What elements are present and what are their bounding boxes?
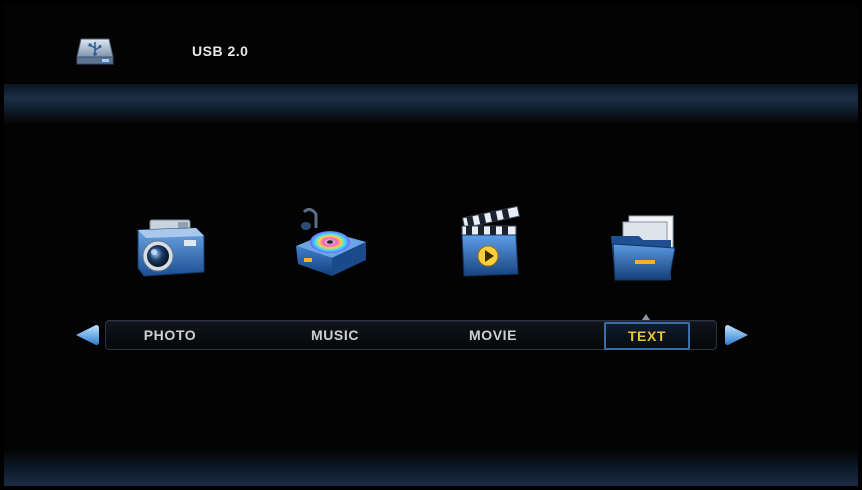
selection-indicator (642, 314, 650, 320)
arrow-left-icon[interactable] (74, 323, 100, 347)
footer-band (4, 450, 858, 486)
menu-item-movie[interactable]: MOVIE (443, 324, 543, 346)
clapperboard-icon[interactable] (452, 204, 528, 280)
header-divider (4, 84, 858, 124)
arrow-right-icon[interactable] (724, 323, 750, 347)
document-folder-icon[interactable] (605, 208, 681, 284)
music-disc-icon[interactable] (292, 202, 368, 278)
menu-item-text[interactable]: TEXT (604, 322, 690, 350)
menu-item-photo[interactable]: PHOTO (120, 324, 220, 346)
device-label: USB 2.0 (192, 43, 249, 59)
usb-drive-icon (76, 38, 114, 65)
menu-item-music[interactable]: MUSIC (285, 324, 385, 346)
camera-icon[interactable] (132, 206, 208, 282)
